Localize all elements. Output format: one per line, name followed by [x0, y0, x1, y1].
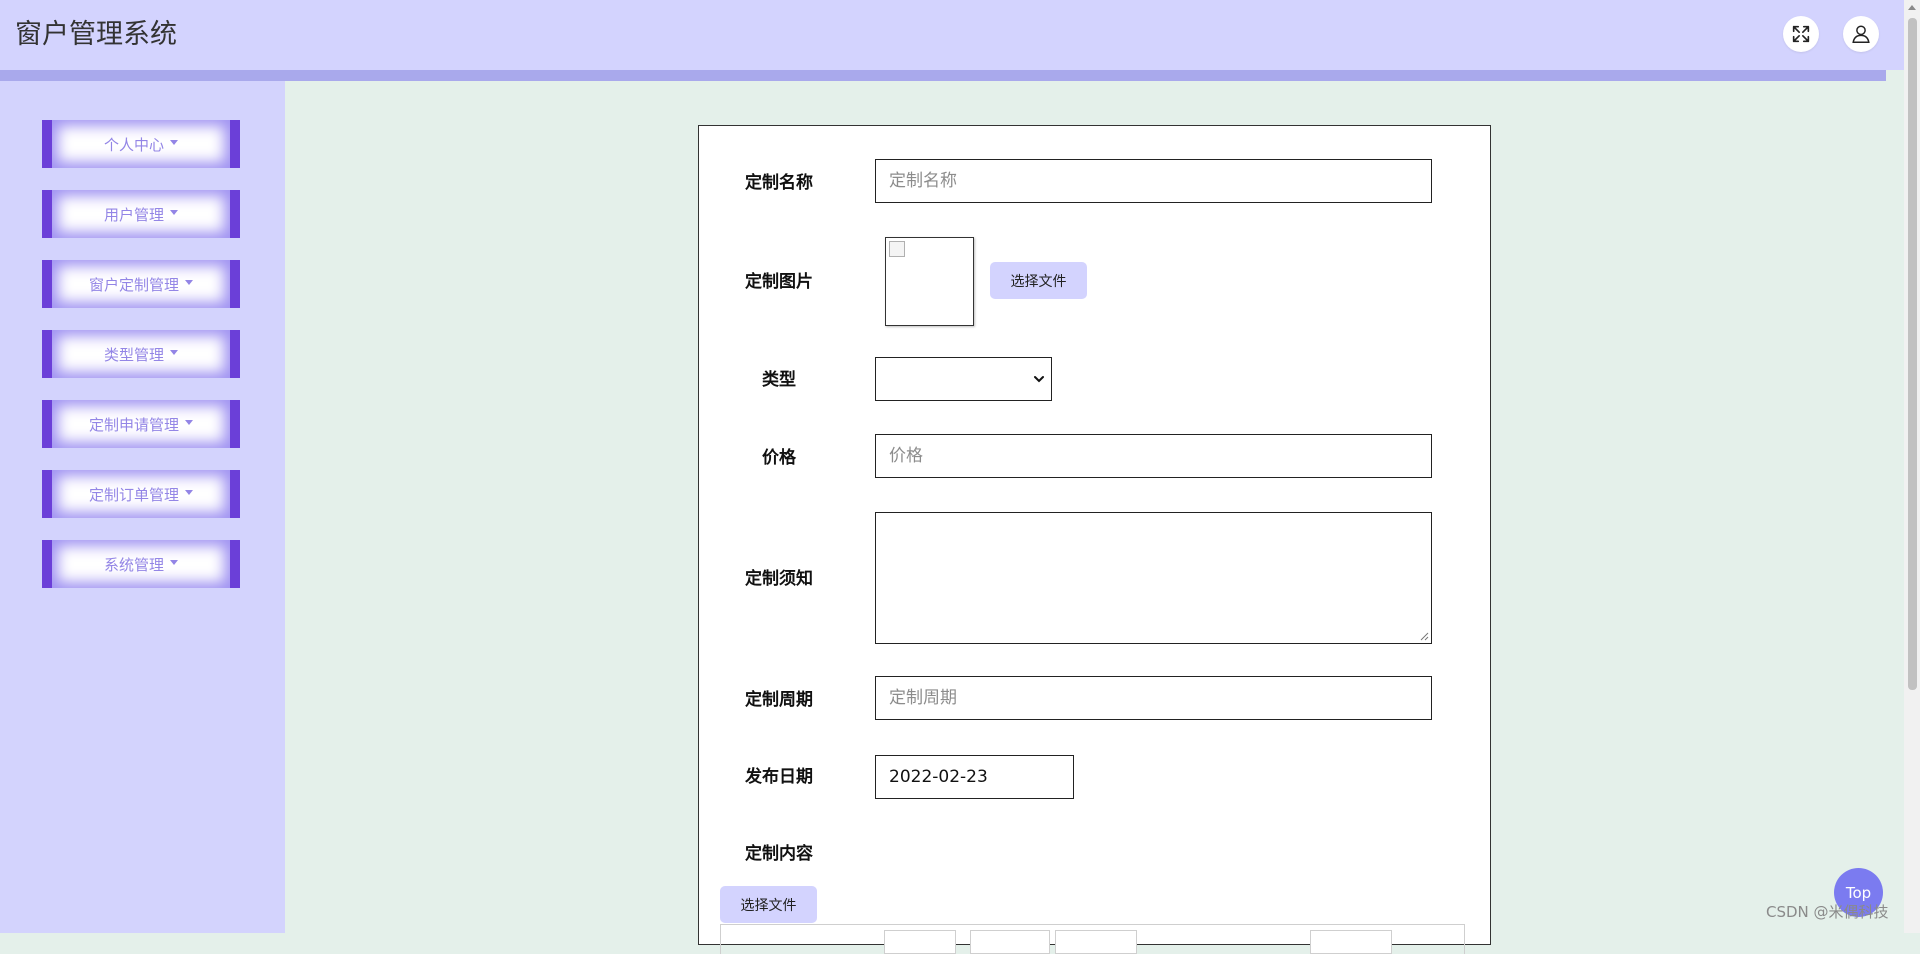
notice-label: 定制须知	[745, 569, 813, 589]
user-icon	[1852, 25, 1870, 43]
custom-name-input[interactable]	[875, 159, 1432, 203]
price-label: 价格	[762, 448, 796, 468]
app-title: 窗户管理系统	[15, 19, 177, 50]
sidebar-item-label: 系统管理	[103, 555, 164, 574]
editor-toolbar-select[interactable]	[970, 930, 1050, 954]
sidebar-item-type-management[interactable]: 类型管理	[42, 330, 240, 378]
notice-textarea[interactable]	[875, 512, 1432, 644]
caret-down-icon	[170, 209, 178, 215]
editor-toolbar-select[interactable]	[884, 930, 956, 954]
sidebar-item-label: 个人中心	[103, 135, 164, 154]
sidebar-item-user-management[interactable]: 用户管理	[42, 190, 240, 238]
sidebar-item-personal-center[interactable]: 个人中心	[42, 120, 240, 168]
top-header: 窗户管理系统	[0, 0, 1904, 70]
type-label: 类型	[762, 370, 796, 390]
choose-image-file-button[interactable]: 选择文件	[990, 262, 1087, 299]
sidebar-item-window-custom-management[interactable]: 窗户定制管理	[42, 260, 240, 308]
caret-down-icon	[185, 489, 193, 495]
price-input[interactable]	[875, 434, 1432, 478]
editor-toolbar-select[interactable]	[1055, 930, 1137, 954]
editor-toolbar-select[interactable]	[1310, 930, 1392, 954]
caret-down-icon	[170, 139, 178, 145]
custom-form-card: 定制名称 定制图片 选择文件 类型 价格 定制须知 定制周期 发布日期 2022…	[698, 125, 1491, 954]
sidebar-item-custom-application-management[interactable]: 定制申请管理	[42, 400, 240, 448]
rich-editor-toolbar	[720, 924, 1465, 954]
name-label: 定制名称	[745, 173, 813, 193]
sidebar-item-custom-order-management[interactable]: 定制订单管理	[42, 470, 240, 518]
header-divider	[0, 70, 1886, 81]
sidebar-item-label: 类型管理	[103, 345, 164, 364]
sidebar-item-label: 窗户定制管理	[88, 275, 179, 294]
scroll-thumb[interactable]	[1908, 18, 1917, 690]
sidebar: 个人中心 用户管理 窗户定制管理 类型管理 定制申请管理 定制订单管理 系统管理	[0, 81, 285, 933]
period-label: 定制周期	[745, 690, 813, 710]
broken-image-icon	[889, 241, 905, 257]
content-label: 定制内容	[745, 844, 813, 864]
caret-down-icon	[185, 279, 193, 285]
period-input[interactable]	[875, 676, 1432, 720]
expand-icon	[1792, 25, 1810, 43]
sidebar-item-system-management[interactable]: 系统管理	[42, 540, 240, 588]
sidebar-item-label: 定制申请管理	[88, 415, 179, 434]
publish-date-input[interactable]: 2022-02-23	[875, 755, 1074, 799]
image-label: 定制图片	[745, 272, 813, 292]
caret-down-icon	[170, 559, 178, 565]
caret-down-icon	[170, 349, 178, 355]
sidebar-item-label: 用户管理	[103, 205, 164, 224]
user-menu-button[interactable]	[1843, 16, 1879, 52]
date-label: 发布日期	[745, 767, 813, 787]
image-preview	[885, 237, 974, 326]
resize-grip-icon	[1420, 632, 1429, 641]
scroll-up-arrow-icon[interactable]	[1908, 5, 1916, 10]
choose-content-file-button[interactable]: 选择文件	[720, 886, 817, 923]
watermark: CSDN @米偶科技	[1766, 903, 1889, 921]
caret-down-icon	[185, 419, 193, 425]
page-scrollbar[interactable]	[1904, 0, 1920, 933]
sidebar-item-label: 定制订单管理	[88, 485, 179, 504]
type-select[interactable]	[875, 357, 1052, 401]
fullscreen-button[interactable]	[1783, 16, 1819, 52]
chevron-down-icon	[1034, 376, 1044, 383]
